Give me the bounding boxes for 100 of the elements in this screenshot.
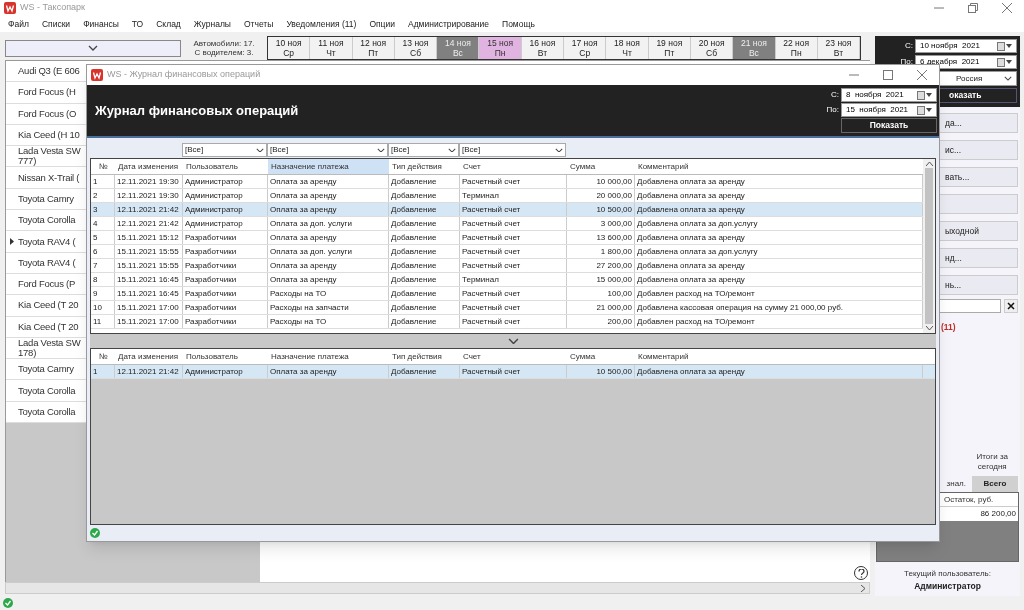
- chevron-down-icon: [507, 337, 519, 345]
- close-icon[interactable]: [917, 70, 927, 80]
- day-header[interactable]: 16 ноя Вт: [521, 37, 565, 59]
- scroll-right-icon[interactable]: [861, 584, 865, 592]
- table-cell: 7: [91, 259, 115, 272]
- menu-item[interactable]: Опции: [369, 17, 395, 31]
- table-cell: Добавление: [389, 365, 460, 378]
- caret-icon: [926, 93, 932, 97]
- current-user-label: Текущий пользователь:: [903, 568, 992, 581]
- menu-item[interactable]: Списки: [41, 17, 71, 31]
- table-cell: 15.11.2021 15:55: [115, 259, 183, 272]
- restore-icon[interactable]: [968, 3, 978, 13]
- day-header[interactable]: 20 ноя Сб: [690, 37, 734, 59]
- filter-dropdown[interactable]: [Все]: [388, 143, 459, 157]
- day-header[interactable]: 19 ноя Пт: [648, 37, 691, 59]
- table-row[interactable]: 11 15.11.2021 17:00 Разработчики Расходы на ТО Добавление Расчетный счет 200,00 Добавлен расход на ТО/ремонт: [91, 315, 923, 329]
- table-cell: 27 200,00: [567, 259, 635, 272]
- to-label: По:: [900, 56, 913, 68]
- day-header[interactable]: 17 ноя Ср: [564, 37, 607, 59]
- summary-text: С водителем: 3.: [194, 48, 254, 57]
- table-cell: Разработчики: [183, 287, 268, 300]
- menu-item[interactable]: Администрирование: [407, 17, 490, 31]
- car-name: Toyota RAV4 (: [18, 236, 76, 247]
- totals-tab[interactable]: знал.: [940, 476, 972, 493]
- filter-dropdown[interactable]: [Все]: [182, 143, 267, 157]
- menu-item[interactable]: Финансы: [83, 17, 119, 31]
- day-header[interactable]: 13 ноя Сб: [394, 37, 438, 59]
- day-header[interactable]: 10 ноя Ср: [268, 37, 311, 59]
- table-cell: 15.11.2021 15:55: [115, 245, 183, 258]
- menu-item[interactable]: ТО: [131, 17, 144, 31]
- day-header[interactable]: 12 ноя Пт: [352, 37, 395, 59]
- maximize-icon[interactable]: [883, 70, 893, 80]
- table-cell: Администратор: [183, 175, 268, 188]
- table-cell: Терминал: [460, 273, 567, 286]
- day-header[interactable]: 22 ноя Пн: [775, 37, 818, 59]
- table-cell: Добавление: [389, 203, 460, 216]
- table-row[interactable]: 3 12.11.2021 21:42 Администратор Оплата за аренду Добавление Расчетный счет 10 500,00 Добавлена оплата за аренду: [91, 203, 923, 217]
- table-cell: Добавление: [389, 287, 460, 300]
- totals-tab[interactable]: Всего: [972, 476, 1018, 493]
- car-name: Audi Q3 (E 606: [18, 66, 80, 77]
- caret-icon: [555, 147, 563, 153]
- table-cell: Расчетный счет: [460, 287, 567, 300]
- show-button[interactable]: Показать: [841, 118, 937, 133]
- table-cell: Оплата за аренду: [268, 231, 389, 244]
- day-header[interactable]: 18 ноя Чт: [606, 37, 649, 59]
- menu-item[interactable]: Журналы: [193, 17, 231, 31]
- day-header[interactable]: 15 ноя Пн: [479, 37, 522, 59]
- caret-icon: [1004, 76, 1012, 81]
- car-name: Toyota Camry: [18, 193, 74, 204]
- date-field[interactable]: 6 декабря 2021: [915, 55, 1017, 69]
- table-cell: 12.11.2021 19:30: [115, 189, 183, 202]
- table-row[interactable]: 9 15.11.2021 16:45 Разработчики Расходы на ТО Добавление Расчетный счет 100,00 Добавлен расход на ТО/ремонт: [91, 287, 923, 301]
- table-cell: Расчетный счет: [460, 245, 567, 258]
- date-field[interactable]: 10 ноября 2021: [915, 39, 1017, 53]
- car-name: Toyota Corolla: [18, 215, 76, 226]
- date-field[interactable]: 8 ноября 2021: [841, 88, 937, 102]
- filter-dropdown[interactable]: [Все]: [267, 143, 388, 157]
- table-cell: 1 800,00: [567, 245, 635, 258]
- day-header[interactable]: 14 ноя Вс: [437, 37, 480, 59]
- day-header[interactable]: 21 ноя Вс: [733, 37, 776, 59]
- scroll-thumb[interactable]: [925, 168, 933, 324]
- table-cell: 1: [91, 175, 115, 188]
- close-icon[interactable]: [1002, 3, 1012, 13]
- table-row[interactable]: 10 15.11.2021 17:00 Разработчики Расходы на запчасти Добавление Расчетный счет 21 000,00 Добавлена кассовая операция на сумму 21 000,00 руб.: [91, 301, 923, 315]
- horizontal-scrollbar[interactable]: [5, 582, 870, 594]
- menu-item[interactable]: Склад: [156, 17, 181, 31]
- table-row[interactable]: 2 12.11.2021 19:30 Администратор Оплата за аренду Добавление Терминал 20 000,00 Добавлена оплата за аренду: [91, 189, 923, 203]
- table-row[interactable]: 8 15.11.2021 16:45 Разработчики Оплата за аренду Добавление Терминал 15 000,00 Добавлена оплата за аренду: [91, 273, 923, 287]
- column-header[interactable]: Назначение платежа: [268, 159, 389, 174]
- table-cell: 1: [91, 365, 115, 378]
- table-row[interactable]: 1 12.11.2021 21:42 Администратор Оплата за аренду Добавление Расчетный счет 10 500,00 Добавлена оплата за аренду: [91, 365, 935, 379]
- table-row[interactable]: 6 15.11.2021 15:55 Разработчики Оплата за доп. услуги Добавление Расчетный счет 1 800,00 Добавлена оплата за доп.услугу: [91, 245, 923, 259]
- table-row[interactable]: 1 12.11.2021 19:30 Администратор Оплата за аренду Добавление Расчетный счет 10 000,00 Добавлена оплата за аренду: [91, 175, 923, 189]
- menu-item[interactable]: Помощь: [502, 17, 535, 31]
- from-label: С:: [831, 89, 839, 101]
- day-header[interactable]: 23 ноя Вт: [817, 37, 861, 59]
- car-dropdown[interactable]: [5, 39, 181, 57]
- table-row[interactable]: 4 12.11.2021 21:42 Администратор Оплата за доп. услуги Добавление Расчетный счет 3 000,00 Добавлена оплата за доп.услугу: [91, 217, 923, 231]
- scroll-up-icon[interactable]: [925, 162, 933, 166]
- from-label: С:: [905, 40, 913, 52]
- table-cell: Оплата за аренду: [268, 259, 389, 272]
- car-name: Kia Ceed (H 10: [18, 130, 80, 141]
- clear-button[interactable]: [1004, 299, 1018, 313]
- vertical-scrollbar[interactable]: [923, 159, 935, 333]
- day-header[interactable]: 11 ноя Чт: [310, 37, 353, 59]
- table-cell: Администратор: [183, 203, 268, 216]
- help-button[interactable]: [854, 566, 868, 580]
- menu-item[interactable]: Отчеты: [244, 17, 274, 31]
- menu-item[interactable]: Файл: [8, 17, 29, 31]
- table-cell: Оплата за аренду: [268, 273, 389, 286]
- date-field[interactable]: 15 ноября 2021: [841, 103, 937, 117]
- menu-item[interactable]: Уведомления (11): [286, 17, 357, 31]
- filter-dropdown[interactable]: [Все]: [459, 143, 566, 157]
- table-row[interactable]: 5 15.11.2021 15:12 Разработчики Оплата за аренду Добавление Расчетный счет 13 600,00 Добавлена оплата за аренду: [91, 231, 923, 245]
- table-cell: Терминал: [460, 189, 567, 202]
- scroll-down-icon[interactable]: [925, 326, 933, 330]
- table-cell: Разработчики: [183, 273, 268, 286]
- table-row[interactable]: 7 15.11.2021 15:55 Разработчики Оплата за аренду Добавление Расчетный счет 27 200,00 Добавлена оплата за аренду: [91, 259, 923, 273]
- car-name: Lada Vesta SW 178): [18, 338, 81, 358]
- column-header: Остаток, руб.: [938, 493, 1018, 508]
